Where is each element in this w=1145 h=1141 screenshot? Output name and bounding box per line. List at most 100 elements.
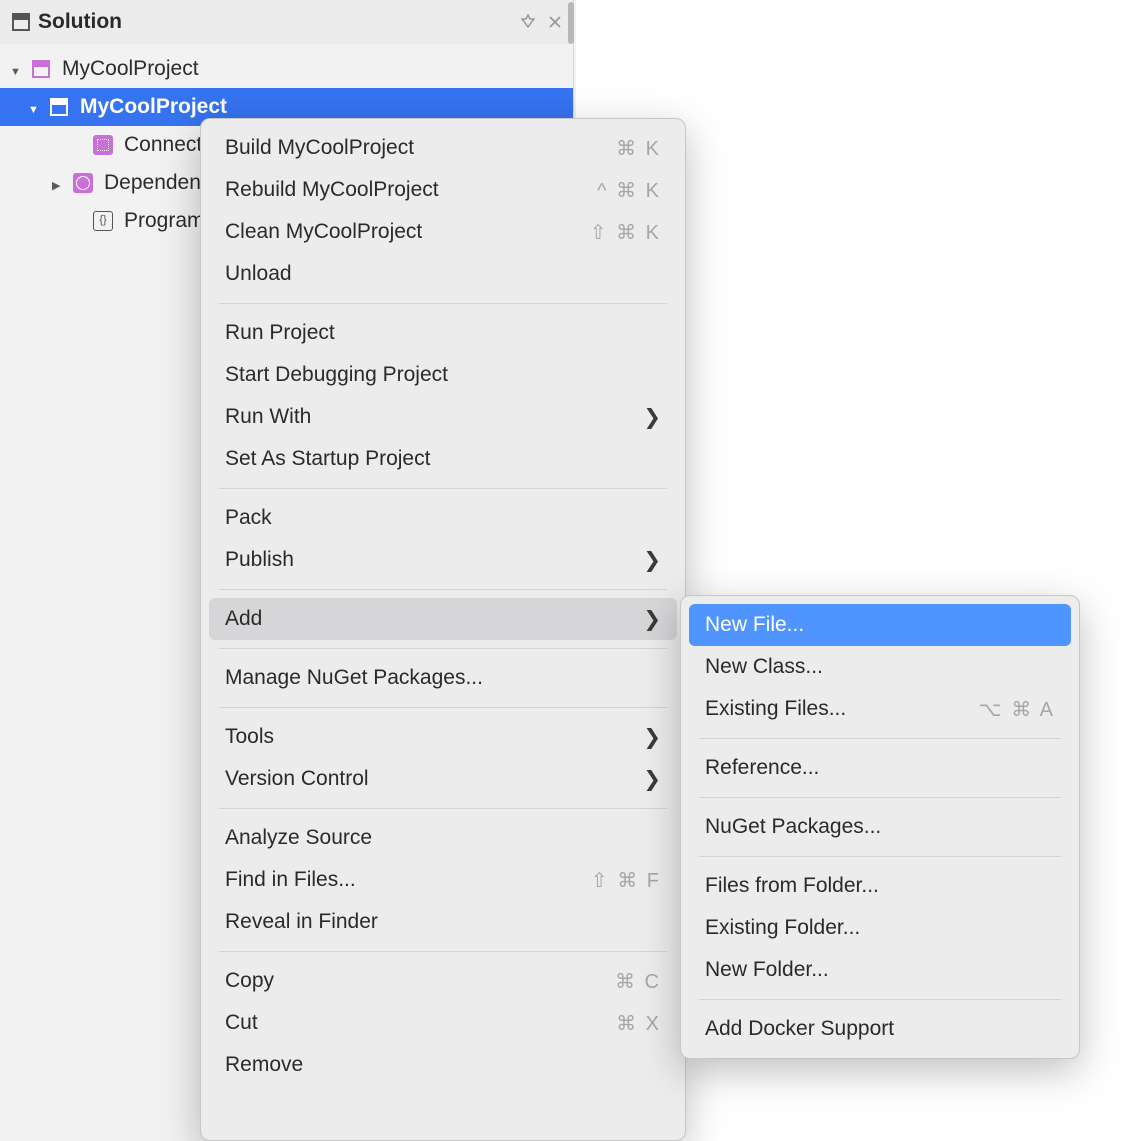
close-icon[interactable] [549,11,561,34]
shortcut: ⌘ K [616,136,661,161]
shortcut: ^ ⌘ K [597,178,661,203]
chevron-right-icon: ❯ [643,725,661,750]
chevron-right-icon: ❯ [643,548,661,573]
menu-label: Manage NuGet Packages... [225,666,483,690]
menu-label: Rebuild MyCoolProject [225,178,439,202]
menu-run-with[interactable]: Run With ❯ [201,396,685,438]
menu-separator [699,738,1061,739]
menu-version-control[interactable]: Version Control ❯ [201,758,685,800]
submenu-docker-support[interactable]: Add Docker Support [681,1008,1079,1050]
menu-separator [219,648,667,649]
menu-cut[interactable]: Cut ⌘ X [201,1002,685,1044]
shortcut: ⌘ X [616,1011,661,1036]
menu-label: Add Docker Support [705,1017,894,1041]
menu-label: Cut [225,1011,258,1035]
menu-label: Reveal in Finder [225,910,378,934]
scrollbar-thumb[interactable] [568,2,574,44]
menu-label: New Folder... [705,958,829,982]
tree-label: MyCoolProject [62,57,199,81]
tree-label: MyCoolProject [80,95,227,119]
submenu-reference[interactable]: Reference... [681,747,1079,789]
menu-separator [219,707,667,708]
dependencies-icon [73,173,93,193]
menu-label: Version Control [225,767,369,791]
menu-label: New Class... [705,655,823,679]
menu-label: Pack [225,506,272,530]
menu-label: Tools [225,725,274,749]
shortcut: ⇧ ⌘ K [590,220,661,245]
menu-rebuild[interactable]: Rebuild MyCoolProject ^ ⌘ K [201,169,685,211]
menu-label: Copy [225,969,274,993]
menu-copy[interactable]: Copy ⌘ C [201,960,685,1002]
project-icon [50,98,68,116]
submenu-existing-files[interactable]: Existing Files... ⌥ ⌘ A [681,688,1079,730]
panel-title: Solution [38,10,122,34]
chevron-right-icon: ❯ [643,405,661,430]
menu-label: Add [225,607,262,631]
menu-label: Run Project [225,321,335,345]
add-submenu: New File... New Class... Existing Files.… [680,595,1080,1059]
solution-icon [12,13,30,31]
menu-label: Existing Files... [705,697,846,721]
menu-pack[interactable]: Pack [201,497,685,539]
menu-analyze[interactable]: Analyze Source [201,817,685,859]
menu-remove[interactable]: Remove [201,1044,685,1086]
menu-label: Publish [225,548,294,572]
menu-label: Unload [225,262,292,286]
context-menu: Build MyCoolProject ⌘ K Rebuild MyCoolPr… [200,118,686,1141]
chevron-right-icon: ❯ [643,607,661,632]
menu-separator [219,808,667,809]
chevron-right-icon[interactable] [52,171,68,195]
menu-separator [219,951,667,952]
menu-start-debugging[interactable]: Start Debugging Project [201,354,685,396]
connected-services-icon [93,135,113,155]
menu-nuget[interactable]: Manage NuGet Packages... [201,657,685,699]
chevron-down-icon[interactable] [28,95,44,119]
shortcut: ⌘ C [615,969,661,994]
csharp-file-icon: {} [93,211,113,231]
submenu-new-class[interactable]: New Class... [681,646,1079,688]
menu-label: Remove [225,1053,303,1077]
menu-tools[interactable]: Tools ❯ [201,716,685,758]
menu-label: Existing Folder... [705,916,860,940]
menu-find-in-files[interactable]: Find in Files... ⇧ ⌘ F [201,859,685,901]
menu-label: New File... [705,613,804,637]
pin-icon[interactable] [521,11,535,34]
menu-label: Files from Folder... [705,874,879,898]
tree-solution-node[interactable]: MyCoolProject [0,50,573,88]
solution-project-icon [32,60,50,78]
panel-header: Solution [0,0,573,44]
menu-label: Clean MyCoolProject [225,220,422,244]
submenu-new-folder[interactable]: New Folder... [681,949,1079,991]
menu-separator [699,999,1061,1000]
submenu-existing-folder[interactable]: Existing Folder... [681,907,1079,949]
menu-label: Build MyCoolProject [225,136,414,160]
menu-label: Run With [225,405,311,429]
shortcut: ⇧ ⌘ F [591,868,661,893]
menu-separator [219,303,667,304]
menu-label: Find in Files... [225,868,356,892]
shortcut: ⌥ ⌘ A [979,697,1055,722]
menu-unload[interactable]: Unload [201,253,685,295]
submenu-files-from-folder[interactable]: Files from Folder... [681,865,1079,907]
menu-reveal-finder[interactable]: Reveal in Finder [201,901,685,943]
menu-build[interactable]: Build MyCoolProject ⌘ K [201,127,685,169]
submenu-new-file[interactable]: New File... [689,604,1071,646]
menu-publish[interactable]: Publish ❯ [201,539,685,581]
menu-clean[interactable]: Clean MyCoolProject ⇧ ⌘ K [201,211,685,253]
menu-label: Set As Startup Project [225,447,430,471]
menu-add[interactable]: Add ❯ [209,598,677,640]
menu-separator [219,589,667,590]
menu-run-project[interactable]: Run Project [201,312,685,354]
menu-separator [219,488,667,489]
menu-startup-project[interactable]: Set As Startup Project [201,438,685,480]
chevron-down-icon[interactable] [10,57,26,81]
chevron-right-icon: ❯ [643,767,661,792]
menu-label: NuGet Packages... [705,815,881,839]
menu-separator [699,856,1061,857]
menu-label: Start Debugging Project [225,363,448,387]
menu-label: Reference... [705,756,819,780]
menu-separator [699,797,1061,798]
menu-label: Analyze Source [225,826,372,850]
submenu-nuget-packages[interactable]: NuGet Packages... [681,806,1079,848]
